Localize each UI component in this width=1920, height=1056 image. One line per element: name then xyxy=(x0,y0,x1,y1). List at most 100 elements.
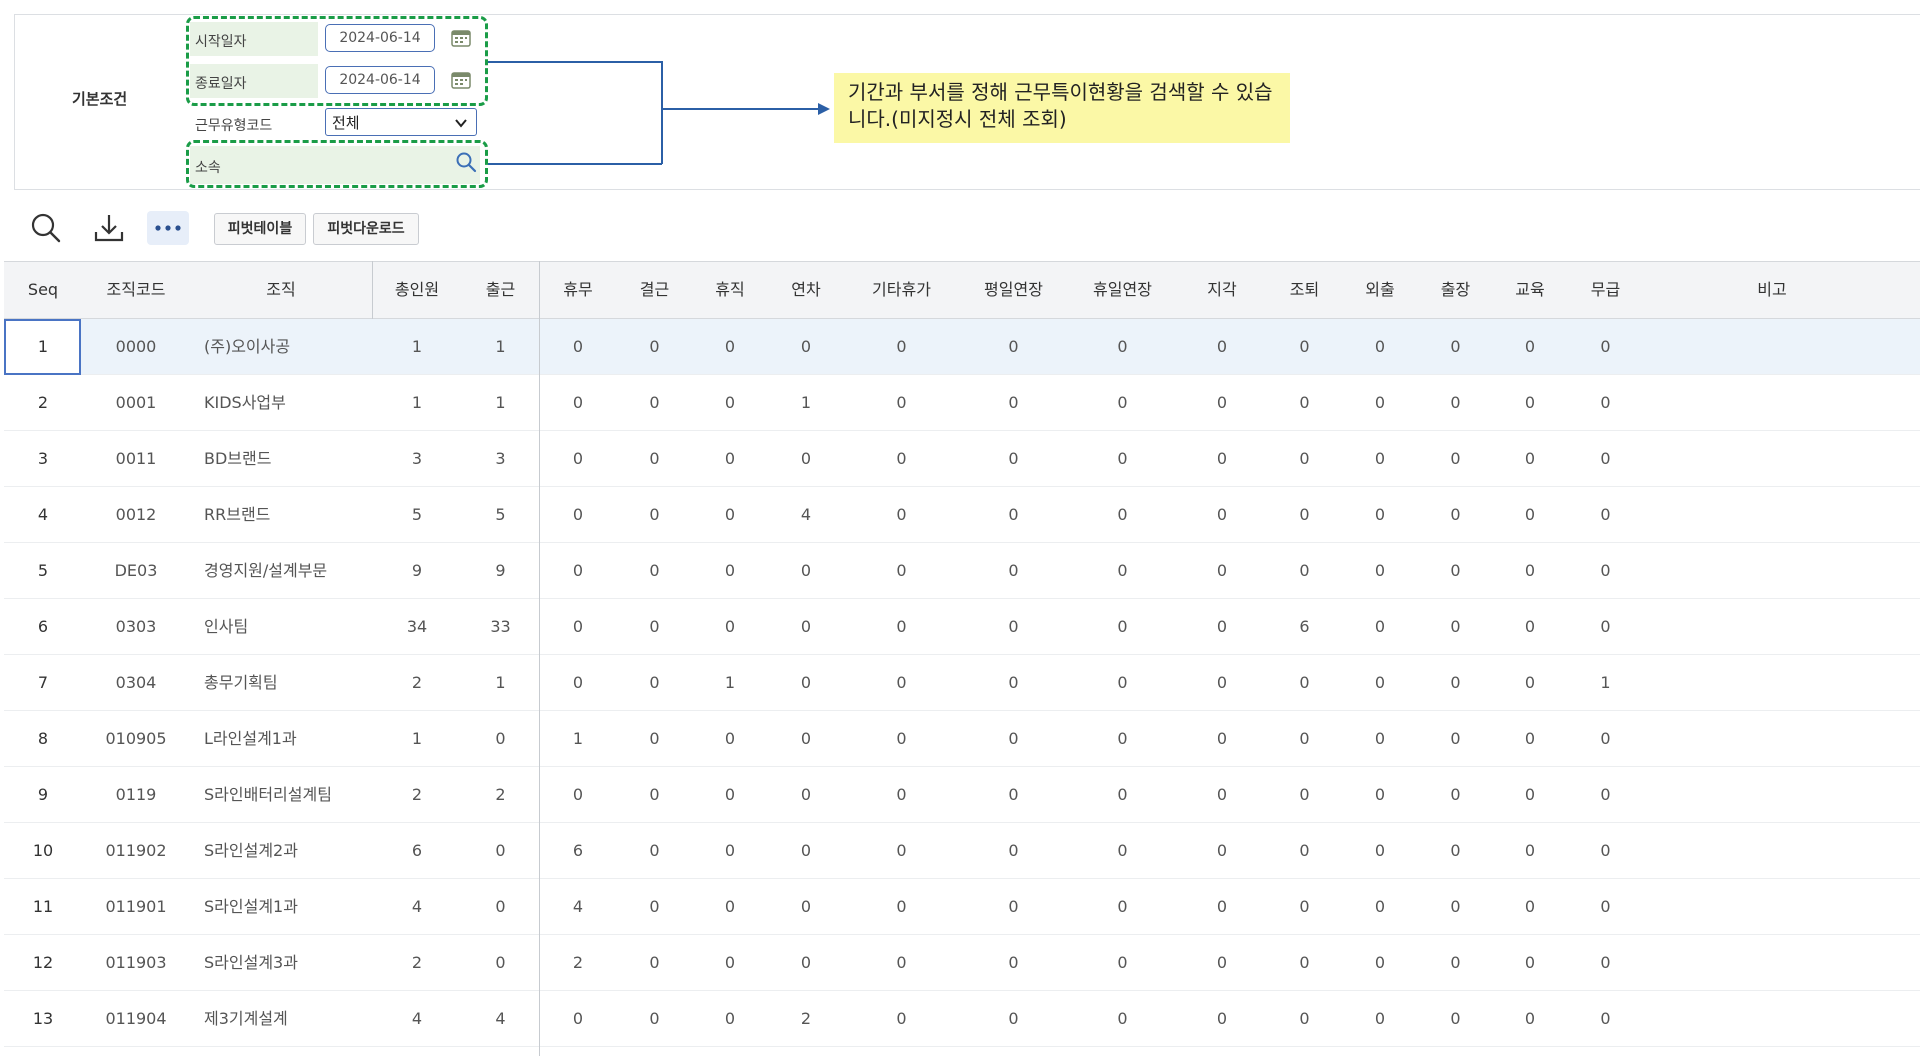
cell-off[interactable]: 0 xyxy=(539,431,617,486)
cell-outing[interactable]: 0 xyxy=(1342,543,1418,598)
cell-off[interactable]: 0 xyxy=(539,487,617,542)
col-header-remarks[interactable]: 비고 xyxy=(1644,262,1900,318)
table-row[interactable]: 12 011903 S라인설계3과 2 0 2 0 0 0 0 0 0 0 0 0 0 0 0 xyxy=(4,935,1920,991)
cell-other-leave[interactable]: 0 xyxy=(844,991,959,1046)
cell-outing[interactable]: 0 xyxy=(1342,487,1418,542)
cell-absent[interactable]: 0 xyxy=(617,767,692,822)
cell-training[interactable]: 0 xyxy=(1493,823,1567,878)
cell-attend[interactable]: 33 xyxy=(462,599,539,654)
col-header-org-name[interactable]: 조직 xyxy=(190,262,372,318)
cell-late[interactable]: 0 xyxy=(1177,879,1267,934)
more-options-button[interactable] xyxy=(147,211,189,245)
cell-outing[interactable]: 0 xyxy=(1342,319,1418,374)
cell-leave[interactable]: 0 xyxy=(692,487,768,542)
cell-training[interactable]: 0 xyxy=(1493,431,1567,486)
search-icon[interactable] xyxy=(30,212,62,244)
cell-late[interactable]: 0 xyxy=(1177,767,1267,822)
cell-training[interactable]: 0 xyxy=(1493,655,1567,710)
cell-holiday-ot[interactable]: 0 xyxy=(1068,823,1177,878)
cell-annual[interactable]: 0 xyxy=(768,823,844,878)
cell-seq[interactable]: 7 xyxy=(4,655,82,710)
cell-other-leave[interactable]: 0 xyxy=(844,823,959,878)
cell-unpaid[interactable]: 0 xyxy=(1567,711,1644,766)
cell-attend[interactable]: 4 xyxy=(462,991,539,1046)
cell-early-leave[interactable]: 0 xyxy=(1267,711,1342,766)
cell-remarks[interactable] xyxy=(1644,935,1900,990)
cell-unpaid[interactable]: 0 xyxy=(1567,935,1644,990)
cell-unpaid[interactable]: 0 xyxy=(1567,431,1644,486)
cell-org-code[interactable]: 0012 xyxy=(82,487,190,542)
cell-holiday-ot[interactable]: 0 xyxy=(1068,879,1177,934)
col-header-annual[interactable]: 연차 xyxy=(768,262,844,318)
col-header-training[interactable]: 교육 xyxy=(1493,262,1567,318)
cell-org-code[interactable]: 010905 xyxy=(82,711,190,766)
cell-absent[interactable]: 0 xyxy=(617,935,692,990)
cell-outing[interactable]: 0 xyxy=(1342,711,1418,766)
cell-other-leave[interactable]: 0 xyxy=(844,655,959,710)
cell-early-leave[interactable]: 0 xyxy=(1267,879,1342,934)
cell-other-leave[interactable]: 0 xyxy=(844,879,959,934)
cell-holiday-ot[interactable]: 0 xyxy=(1068,711,1177,766)
table-row[interactable]: 1 0000 (주)오이사공 1 1 0 0 0 0 0 0 0 0 0 0 0 0 0 xyxy=(4,319,1920,375)
cell-weekday-ot[interactable]: 0 xyxy=(959,655,1068,710)
col-header-other-leave[interactable]: 기타휴가 xyxy=(844,262,959,318)
cell-org-code[interactable]: 0000 xyxy=(82,319,190,374)
cell-early-leave[interactable]: 0 xyxy=(1267,319,1342,374)
cell-outing[interactable]: 0 xyxy=(1342,767,1418,822)
cell-org-code[interactable]: 011902 xyxy=(82,823,190,878)
cell-unpaid[interactable]: 0 xyxy=(1567,599,1644,654)
cell-total[interactable]: 1 xyxy=(372,711,462,766)
cell-total[interactable]: 2 xyxy=(372,767,462,822)
cell-holiday-ot[interactable]: 0 xyxy=(1068,935,1177,990)
table-row[interactable]: 5 DE03 경영지원/설계부문 9 9 0 0 0 0 0 0 0 0 0 0 0 0 0 xyxy=(4,543,1920,599)
cell-off[interactable]: 1 xyxy=(539,711,617,766)
cell-org-name[interactable]: S라인설계3과 xyxy=(190,935,372,990)
cell-off[interactable]: 0 xyxy=(539,655,617,710)
col-header-outing[interactable]: 외출 xyxy=(1342,262,1418,318)
cell-annual[interactable]: 0 xyxy=(768,599,844,654)
cell-other-leave[interactable]: 0 xyxy=(844,375,959,430)
cell-holiday-ot[interactable]: 0 xyxy=(1068,319,1177,374)
cell-org-code[interactable]: 011903 xyxy=(82,935,190,990)
cell-attend[interactable]: 0 xyxy=(462,935,539,990)
cell-early-leave[interactable]: 6 xyxy=(1267,599,1342,654)
cell-leave[interactable]: 0 xyxy=(692,767,768,822)
cell-early-leave[interactable]: 0 xyxy=(1267,823,1342,878)
cell-early-leave[interactable]: 0 xyxy=(1267,487,1342,542)
cell-training[interactable]: 0 xyxy=(1493,375,1567,430)
cell-business-trip[interactable]: 0 xyxy=(1418,935,1493,990)
cell-total[interactable]: 6 xyxy=(372,823,462,878)
cell-training[interactable]: 0 xyxy=(1493,319,1567,374)
cell-early-leave[interactable]: 0 xyxy=(1267,991,1342,1046)
cell-outing[interactable]: 0 xyxy=(1342,431,1418,486)
cell-off[interactable]: 0 xyxy=(539,599,617,654)
col-header-leave[interactable]: 휴직 xyxy=(692,262,768,318)
cell-early-leave[interactable]: 0 xyxy=(1267,543,1342,598)
cell-attend[interactable]: 0 xyxy=(462,711,539,766)
cell-business-trip[interactable]: 0 xyxy=(1418,655,1493,710)
cell-unpaid[interactable]: 0 xyxy=(1567,487,1644,542)
cell-remarks[interactable] xyxy=(1644,767,1900,822)
cell-remarks[interactable] xyxy=(1644,879,1900,934)
cell-absent[interactable]: 0 xyxy=(617,487,692,542)
cell-absent[interactable]: 0 xyxy=(617,991,692,1046)
cell-business-trip[interactable]: 0 xyxy=(1418,375,1493,430)
cell-leave[interactable]: 0 xyxy=(692,935,768,990)
cell-seq[interactable]: 4 xyxy=(4,487,82,542)
col-header-unpaid[interactable]: 무급 xyxy=(1567,262,1644,318)
col-header-seq[interactable]: Seq xyxy=(4,262,82,318)
cell-absent[interactable]: 0 xyxy=(617,711,692,766)
cell-total[interactable]: 1 xyxy=(372,319,462,374)
cell-other-leave[interactable]: 0 xyxy=(844,543,959,598)
cell-business-trip[interactable]: 0 xyxy=(1418,711,1493,766)
work-type-select[interactable]: 전체 xyxy=(325,108,477,136)
cell-late[interactable]: 0 xyxy=(1177,543,1267,598)
cell-business-trip[interactable]: 0 xyxy=(1418,319,1493,374)
cell-business-trip[interactable]: 0 xyxy=(1418,543,1493,598)
cell-absent[interactable]: 0 xyxy=(617,431,692,486)
cell-business-trip[interactable]: 0 xyxy=(1418,487,1493,542)
cell-off[interactable]: 0 xyxy=(539,375,617,430)
cell-org-name[interactable]: S라인설계1과 xyxy=(190,879,372,934)
cell-unpaid[interactable]: 1 xyxy=(1567,655,1644,710)
cell-absent[interactable]: 0 xyxy=(617,599,692,654)
